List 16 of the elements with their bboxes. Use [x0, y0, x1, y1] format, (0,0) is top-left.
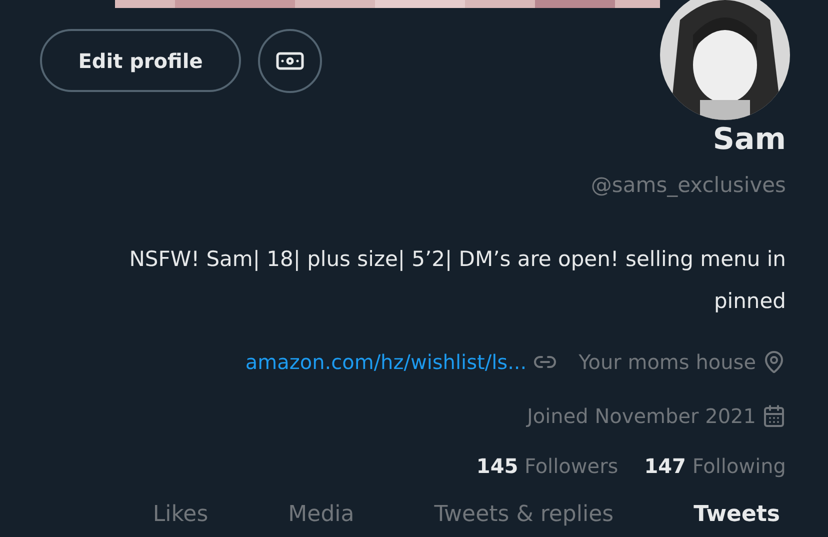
profile-name: Sam [712, 122, 786, 158]
profile-tab[interactable]: Media [248, 502, 394, 527]
location-icon [762, 350, 786, 374]
follow-count-link[interactable]: 145 Followers [476, 454, 618, 478]
website-link[interactable]: amazon.com/hz/wishlist/ls... [245, 350, 527, 374]
joined-date: Joined November 2021 [526, 404, 756, 428]
profile-tab[interactable]: Tweets [654, 502, 820, 527]
calendar-icon [762, 404, 786, 428]
location-text: Your moms house [578, 350, 756, 374]
tip-button[interactable] [258, 29, 322, 93]
profile-handle: @sams_exclusives [590, 172, 786, 198]
profile-tab[interactable]: Likes [112, 502, 248, 527]
profile-bio: NSFW! Sam| 18| plus size| 5’2| DM’s are open! selling menu in pinned [128, 246, 786, 315]
profile-tab[interactable]: Tweets & replies [394, 502, 654, 527]
edit-profile-button[interactable]: Edit profile [40, 29, 241, 92]
follow-count-link[interactable]: 147 Following [644, 454, 786, 478]
